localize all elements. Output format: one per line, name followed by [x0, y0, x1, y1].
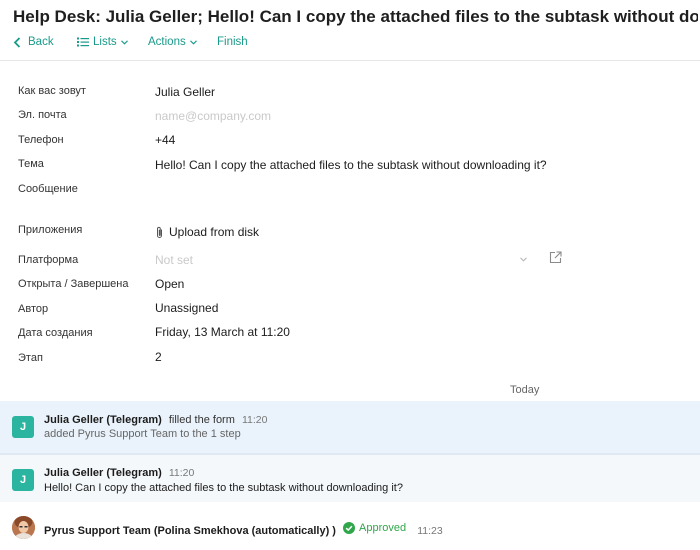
list-icon — [77, 37, 89, 47]
user-photo-icon — [12, 516, 35, 539]
feed-author[interactable]: Julia Geller (Telegram) — [44, 467, 162, 479]
stage-label: Этап — [18, 352, 43, 364]
page-title: Help Desk: Julia Geller; Hello! Can I co… — [13, 7, 698, 26]
email-field[interactable]: name@company.com — [155, 109, 271, 123]
status-label: Открыта / Завершена — [18, 278, 129, 290]
feed-header: Julia Geller (Telegram) filled the form … — [44, 414, 267, 426]
feed-time: 11:20 — [168, 467, 195, 479]
feed-item: J Julia Geller (Telegram) 11:20 Hello! C… — [0, 455, 700, 502]
approved-label: Approved — [359, 522, 407, 534]
author-value[interactable]: Unassigned — [155, 301, 218, 315]
toolbar: Back Lists Actions Finish — [0, 36, 700, 60]
paperclip-icon — [157, 226, 162, 238]
feed-time: 11:20 — [241, 414, 268, 426]
feed-item: Pyrus Support Team (Polina Smekhova (aut… — [0, 508, 700, 550]
email-label: Эл. почта — [18, 109, 67, 121]
check-circle-icon — [343, 522, 356, 534]
upload-from-disk-button[interactable]: Upload from disk — [155, 225, 259, 239]
upload-label: Upload from disk — [169, 225, 260, 239]
status-value[interactable]: Open — [155, 277, 184, 291]
feed-header: Pyrus Support Team (Polina Smekhova (aut… — [44, 522, 443, 537]
chevron-down-icon — [120, 39, 128, 45]
chevron-down-icon — [520, 257, 527, 262]
back-label: Back — [28, 36, 54, 48]
platform-placeholder: Not set — [155, 253, 194, 267]
lists-label: Lists — [93, 36, 117, 48]
day-separator: Today — [510, 384, 540, 396]
chevron-left-icon — [13, 36, 21, 48]
actions-label: Actions — [148, 36, 186, 48]
avatar: J — [12, 416, 34, 438]
lists-menu-button[interactable]: Lists — [77, 36, 128, 48]
platform-label: Платформа — [18, 254, 79, 266]
finish-button[interactable]: Finish — [217, 36, 248, 48]
actions-menu-button[interactable]: Actions — [148, 36, 197, 48]
platform-select[interactable]: Not set — [155, 250, 531, 270]
phone-value[interactable]: +44 — [155, 133, 175, 147]
subject-value[interactable]: Hello! Can I copy the attached files to … — [155, 158, 547, 172]
subject-label: Тема — [18, 158, 44, 170]
finish-label: Finish — [217, 36, 248, 48]
name-value[interactable]: Julia Geller — [155, 85, 215, 99]
feed-author[interactable]: Julia Geller (Telegram) — [44, 414, 162, 426]
attachments-label: Приложения — [18, 224, 83, 236]
back-button[interactable]: Back — [13, 36, 54, 48]
feed-action: filled the form — [168, 414, 235, 426]
avatar: J — [12, 469, 34, 491]
feed-header: Julia Geller (Telegram) 11:20 — [44, 467, 194, 479]
stage-value: 2 — [155, 350, 162, 364]
feed-item: J Julia Geller (Telegram) filled the for… — [0, 401, 700, 453]
feed-message: Hello! Can I copy the attached files to … — [44, 482, 403, 494]
feed-time: 11:23 — [417, 525, 443, 537]
approved-status: Approved — [343, 522, 406, 534]
avatar — [12, 516, 35, 539]
phone-label: Телефон — [18, 134, 64, 146]
feed-author[interactable]: Pyrus Support Team (Polina Smekhova (aut… — [44, 525, 336, 537]
created-value: Friday, 13 March at 11:20 — [155, 325, 290, 339]
chevron-down-icon — [189, 39, 197, 45]
message-label: Сообщение — [18, 183, 78, 195]
created-label: Дата создания — [18, 327, 93, 339]
open-external-icon[interactable] — [549, 251, 562, 264]
toolbar-divider — [0, 60, 700, 61]
author-label: Автор — [18, 303, 49, 315]
feed-subtext: added Pyrus Support Team to the 1 step — [44, 428, 241, 440]
name-label: Как вас зовут — [18, 85, 86, 97]
